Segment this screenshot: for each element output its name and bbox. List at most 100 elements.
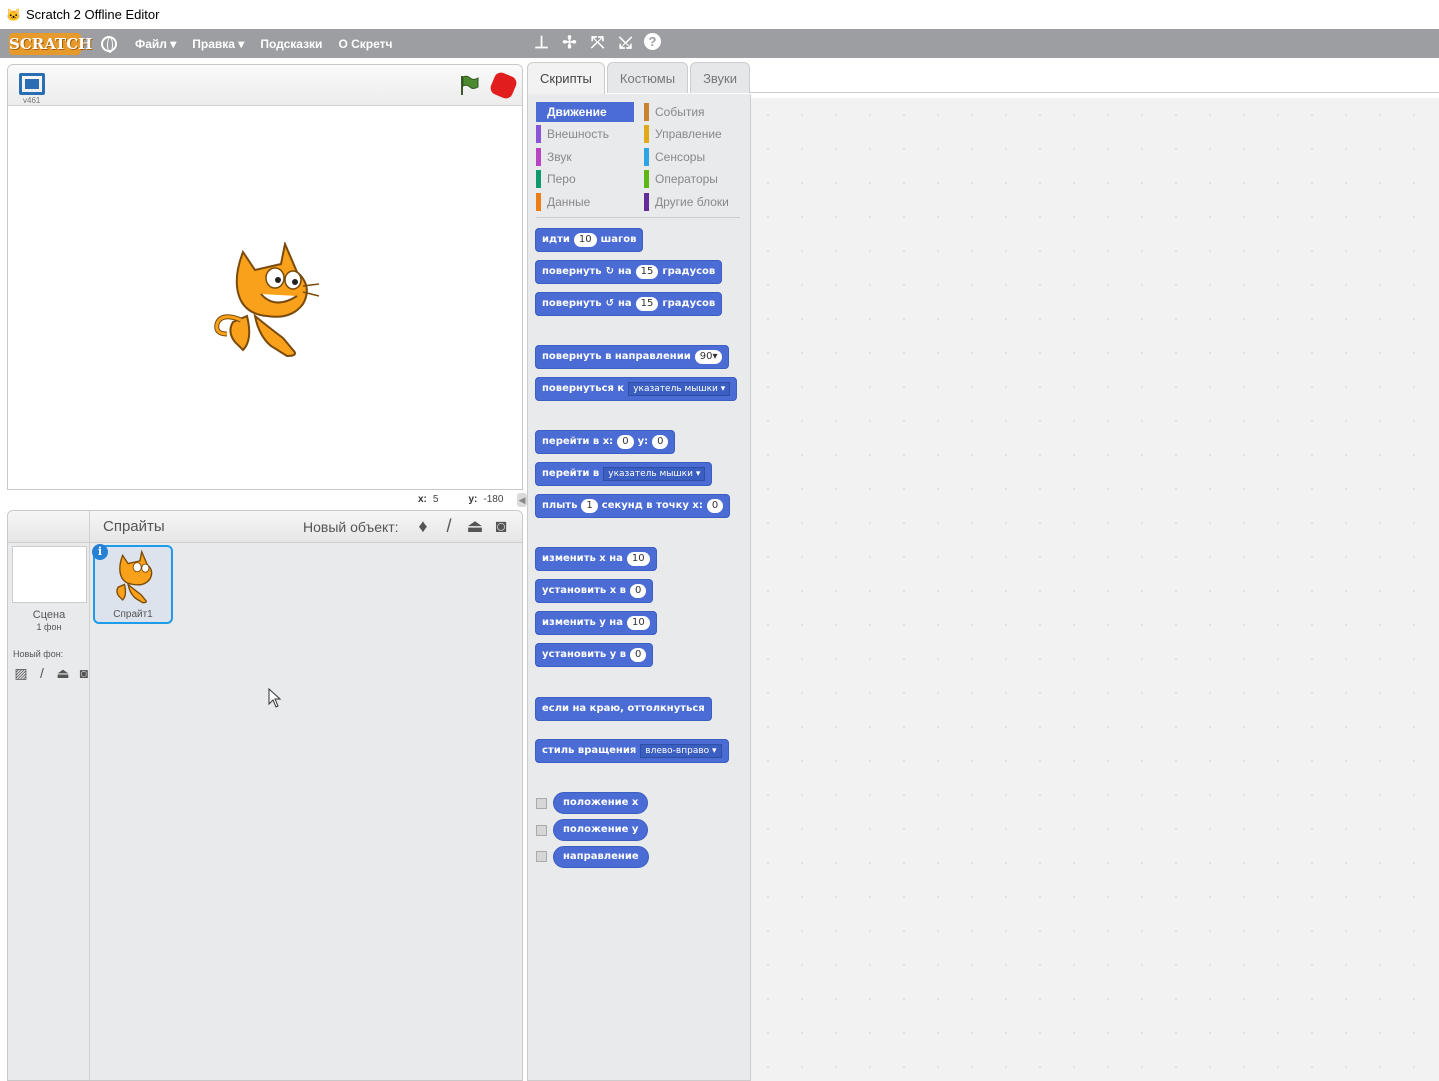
- checkbox-direction[interactable]: [536, 851, 547, 862]
- block-goto-xy[interactable]: перейти в x: 0 y: 0: [535, 430, 676, 454]
- menu-tips[interactable]: Подсказки: [260, 37, 322, 51]
- category-more-blocks[interactable]: Другие блоки: [644, 192, 742, 212]
- block-bounce-edge[interactable]: если на краю, оттолкнуться: [535, 697, 712, 721]
- checkbox-y-position[interactable]: [536, 825, 547, 836]
- sprite-name: Спрайт1: [113, 609, 153, 620]
- backdrop-upload-icon[interactable]: ⏏: [54, 664, 72, 682]
- reporter-direction[interactable]: направление: [553, 846, 649, 868]
- category-control-label: Управление: [655, 127, 722, 141]
- category-events[interactable]: События: [644, 102, 742, 122]
- block-input[interactable]: 1: [581, 499, 598, 513]
- block-point-towards[interactable]: повернуться к указатель мышки ▾: [535, 377, 738, 401]
- stage-header: v461: [8, 65, 522, 106]
- sprite-library-icon[interactable]: ♦: [413, 515, 433, 537]
- category-motion[interactable]: Движение: [536, 102, 634, 122]
- menu-edit[interactable]: Правка ▾: [192, 37, 244, 51]
- block-input[interactable]: 0: [617, 435, 634, 449]
- block-input[interactable]: 0: [706, 499, 724, 513]
- block-input[interactable]: 0: [630, 648, 647, 662]
- block-text: на: [618, 298, 632, 309]
- block-input[interactable]: 10: [626, 616, 650, 630]
- category-data[interactable]: Данные: [536, 192, 634, 212]
- block-input[interactable]: 15: [635, 265, 659, 279]
- tab-scripts[interactable]: Скрипты: [527, 62, 605, 95]
- block-move-steps[interactable]: идти 10 шагов: [535, 228, 644, 252]
- tab-costumes[interactable]: Костюмы: [606, 62, 689, 93]
- block-rotation-style[interactable]: стиль вращения влево-вправо ▾: [535, 739, 729, 763]
- category-motion-label: Движение: [547, 105, 607, 119]
- scratch-cat-icon: 🐱: [6, 7, 21, 22]
- reporter-x-position[interactable]: положение x: [553, 792, 649, 814]
- block-glide[interactable]: плыть 1 секунд в точку x: 0: [535, 494, 731, 518]
- y-label: y:: [468, 494, 478, 505]
- category-pen-label: Перо: [547, 172, 576, 186]
- block-turn-right[interactable]: повернуть ↻ на 15 градусов: [535, 260, 723, 284]
- info-icon[interactable]: i: [92, 544, 108, 560]
- stage-label: Сцена: [32, 609, 66, 621]
- sprite-tile-sprite1[interactable]: i Спрайт1: [92, 544, 173, 624]
- category-sound[interactable]: Звук: [536, 147, 634, 167]
- paint-brush-icon[interactable]: /: [439, 515, 459, 537]
- duplicate-stamp-icon[interactable]: ⊥: [532, 33, 551, 52]
- fullscreen-icon[interactable]: [19, 73, 45, 95]
- backdrop-camera-icon[interactable]: ◙: [75, 664, 93, 682]
- block-goto[interactable]: перейти в указатель мышки ▾: [535, 462, 713, 486]
- collapse-stage-arrow-icon[interactable]: ◀: [517, 493, 527, 507]
- new-sprite-icons: ♦ / ⏏ ◙: [413, 515, 511, 537]
- block-text: если на краю, оттолкнуться: [542, 703, 705, 714]
- stop-icon[interactable]: [488, 70, 519, 101]
- backdrop-library-icon[interactable]: ▨: [12, 664, 30, 682]
- new-backdrop-label: Новый фон:: [13, 649, 64, 659]
- tab-sounds[interactable]: Звуки: [690, 62, 750, 93]
- block-dropdown[interactable]: указатель мышки ▾: [628, 382, 731, 396]
- green-flag-icon[interactable]: [458, 74, 480, 96]
- scratch-logo[interactable]: SCRATCH: [9, 32, 92, 55]
- block-dropdown[interactable]: указатель мышки ▾: [603, 467, 706, 481]
- shrink-icon[interactable]: ⤩: [616, 33, 635, 52]
- block-input[interactable]: 10: [573, 233, 597, 247]
- editor-tabs: Скрипты Костюмы Звуки: [527, 62, 752, 95]
- category-looks[interactable]: Внешность: [536, 124, 634, 144]
- block-input[interactable]: 10: [626, 552, 650, 566]
- stage-thumbnail[interactable]: [12, 546, 87, 603]
- turn-right-icon: ↻: [605, 266, 614, 277]
- block-input[interactable]: 90▾: [694, 350, 723, 364]
- category-sensing[interactable]: Сенсоры: [644, 147, 742, 167]
- menu-about[interactable]: О Скретч: [338, 37, 392, 51]
- mouse-cursor-icon: [268, 688, 282, 708]
- block-dropdown[interactable]: влево-вправо ▾: [640, 744, 722, 758]
- mouse-coordinates: x: 5 y: -180: [418, 494, 503, 505]
- block-point-direction[interactable]: повернуть в направлении 90▾: [535, 345, 730, 369]
- block-turn-left[interactable]: повернуть ↺ на 15 градусов: [535, 292, 723, 316]
- block-text: перейти в: [542, 468, 600, 479]
- grow-icon[interactable]: ⤧: [588, 33, 607, 52]
- sprites-title: Спрайты: [103, 518, 165, 535]
- upload-icon[interactable]: ⏏: [465, 515, 485, 537]
- block-input[interactable]: 0: [629, 584, 647, 598]
- category-operators-label: Операторы: [655, 172, 718, 186]
- sprite-cat-on-stage[interactable]: [213, 242, 323, 357]
- category-operators[interactable]: Операторы: [644, 169, 742, 189]
- backdrop-paint-icon[interactable]: /: [33, 664, 51, 682]
- category-pen[interactable]: Перо: [536, 169, 634, 189]
- menu-file[interactable]: Файл ▾: [135, 37, 176, 51]
- new-object-label: Новый объект:: [303, 519, 399, 535]
- scripts-area[interactable]: [751, 98, 1439, 1081]
- stage-column: Сцена 1 фон Новый фон: ▨ / ⏏ ◙: [8, 511, 93, 1080]
- block-change-x[interactable]: изменить x на 10: [535, 547, 657, 571]
- reporter-y-position[interactable]: положение y: [553, 819, 649, 841]
- block-set-y[interactable]: установить y в 0: [535, 643, 654, 667]
- category-control[interactable]: Управление: [644, 124, 742, 144]
- camera-icon[interactable]: ◙: [491, 515, 511, 537]
- language-globe-icon[interactable]: [101, 35, 117, 53]
- help-icon[interactable]: ?: [644, 33, 661, 50]
- delete-scissors-icon[interactable]: ✢: [560, 33, 579, 52]
- category-sensing-label: Сенсоры: [655, 150, 706, 164]
- block-change-y[interactable]: изменить y на 10: [535, 611, 657, 635]
- checkbox-x-position[interactable]: [536, 798, 547, 809]
- block-input[interactable]: 0: [652, 435, 669, 449]
- sprites-panel: Спрайты Новый объект: ♦ / ⏏ ◙ Сцена 1 фо…: [7, 510, 523, 1081]
- block-input[interactable]: 15: [635, 297, 659, 311]
- stage-canvas[interactable]: [8, 107, 522, 489]
- block-set-x[interactable]: установить x в 0: [535, 579, 654, 603]
